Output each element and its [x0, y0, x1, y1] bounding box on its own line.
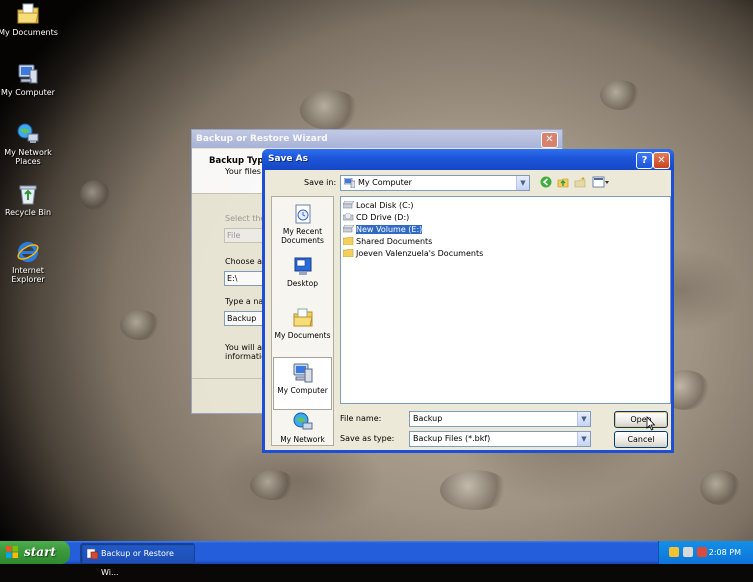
taskbar: start Backup or Restore Wi... 2:08 PM: [0, 541, 753, 577]
save-in-combo[interactable]: My Computer ▼: [340, 175, 530, 191]
volume-icon[interactable]: [683, 547, 693, 557]
hard-drive-icon: [343, 225, 354, 233]
mouse-cursor-icon: [646, 416, 656, 431]
my-computer-icon: [293, 363, 312, 383]
place-my-documents[interactable]: My Documents: [272, 307, 333, 340]
view-menu-icon[interactable]: [592, 176, 610, 188]
help-icon: ?: [641, 155, 648, 166]
list-item[interactable]: New Volume (E:): [343, 224, 424, 235]
security-shield-icon[interactable]: [669, 547, 679, 557]
desktop-icon-label: My Documents: [0, 28, 58, 37]
place-recent-documents[interactable]: My Recent Documents: [272, 203, 333, 245]
save-as-type-label: Save as type:: [340, 434, 395, 443]
places-bar: My Recent Documents Desktop My Documents: [271, 196, 334, 446]
cancel-button[interactable]: Cancel: [614, 431, 668, 448]
save-as-dialog[interactable]: Save As ? ✕ Save in: My Computer ▼ My Re…: [262, 149, 674, 453]
file-list[interactable]: Local Disk (C:) CD Drive (D:) New Volume…: [340, 196, 671, 404]
up-folder-icon[interactable]: [557, 176, 569, 188]
start-button[interactable]: start: [0, 541, 70, 564]
desktop-icon-recycle-bin[interactable]: Recycle Bin: [0, 182, 61, 217]
desktop-icon-label: My Network Places: [4, 148, 52, 166]
list-item[interactable]: Joeven Valenzuela's Documents: [343, 248, 483, 259]
network-places-icon: [17, 123, 39, 143]
desktop-icon-network[interactable]: My Network Places: [0, 122, 61, 166]
back-arrow-icon[interactable]: [540, 176, 552, 188]
save-as-type-value: Backup Files (*.bkf): [413, 434, 491, 443]
save-as-body: Save in: My Computer ▼ My Recent Documen…: [265, 170, 671, 450]
windows-logo-icon: [6, 546, 18, 558]
folder-icon: [343, 237, 354, 245]
chevron-down-icon[interactable]: ▼: [577, 432, 590, 446]
place-label: My Recent Documents: [281, 227, 324, 245]
place-desktop[interactable]: Desktop: [272, 255, 333, 288]
open-button[interactable]: Open: [614, 411, 668, 428]
clock: 2:08 PM: [708, 548, 741, 557]
wizard-header-title: Backup Type: [209, 156, 270, 166]
place-my-network[interactable]: My Network: [272, 411, 333, 444]
list-item[interactable]: CD Drive (D:): [343, 212, 409, 223]
file-name-label: File name:: [340, 414, 382, 423]
desktop-icon-internet-explorer[interactable]: Internet Explorer: [0, 240, 61, 284]
my-documents-icon: [17, 3, 39, 24]
desktop-icon-my-computer[interactable]: My Computer: [0, 62, 61, 97]
close-icon: ✕: [657, 155, 666, 166]
save-in-label: Save in:: [304, 178, 337, 187]
chevron-down-icon[interactable]: ▼: [577, 412, 590, 426]
desktop-icon: [294, 257, 311, 275]
chevron-down-icon[interactable]: ▼: [516, 176, 529, 190]
taskbar-item-label: Backup or Restore Wi...: [101, 549, 174, 577]
save-as-type-select[interactable]: Backup Files (*.bkf) ▼: [409, 431, 591, 447]
alert-icon[interactable]: [697, 547, 707, 557]
desktop-icon-my-documents[interactable]: My Documents: [0, 2, 61, 37]
wizard-title: Backup or Restore Wizard: [192, 130, 562, 148]
desktop-icon-label: My Computer: [1, 88, 55, 97]
my-computer-icon: [18, 64, 38, 84]
wizard-select-label: Select the: [225, 214, 266, 223]
cd-drive-icon: [343, 213, 354, 221]
backup-icon: [87, 548, 98, 559]
save-in-value: My Computer: [358, 178, 412, 187]
close-button[interactable]: ✕: [653, 152, 670, 169]
place-my-computer[interactable]: My Computer: [273, 357, 332, 410]
list-item[interactable]: Shared Documents: [343, 236, 432, 247]
place-label: Desktop: [287, 279, 318, 288]
desktop-icon-label: Internet Explorer: [11, 266, 45, 284]
file-name-input[interactable]: Backup ▼: [409, 411, 591, 427]
new-folder-icon[interactable]: [574, 176, 586, 188]
file-name-value: Backup: [413, 414, 443, 423]
hard-drive-icon: [343, 201, 354, 209]
my-documents-icon: [293, 308, 313, 327]
wizard-close-button[interactable]: ✕: [541, 132, 558, 148]
help-button[interactable]: ?: [636, 152, 653, 169]
folder-icon: [343, 249, 354, 257]
network-places-icon: [293, 412, 312, 430]
taskbar-item-backup-wizard[interactable]: Backup or Restore Wi...: [80, 543, 195, 577]
place-label: My Network: [280, 435, 325, 444]
system-tray: 2:08 PM: [658, 541, 753, 564]
close-icon: ✕: [545, 134, 554, 145]
save-as-title: Save As: [262, 149, 674, 170]
recent-documents-icon: [295, 204, 310, 224]
recycle-bin-icon: [19, 185, 37, 205]
internet-explorer-icon: [17, 242, 39, 262]
place-label: My Documents: [274, 331, 331, 340]
place-label: My Computer: [277, 386, 328, 395]
desktop-icon-label: Recycle Bin: [4, 208, 52, 217]
start-label: start: [24, 545, 56, 559]
list-item[interactable]: Local Disk (C:): [343, 200, 414, 211]
my-computer-icon: [344, 178, 355, 188]
